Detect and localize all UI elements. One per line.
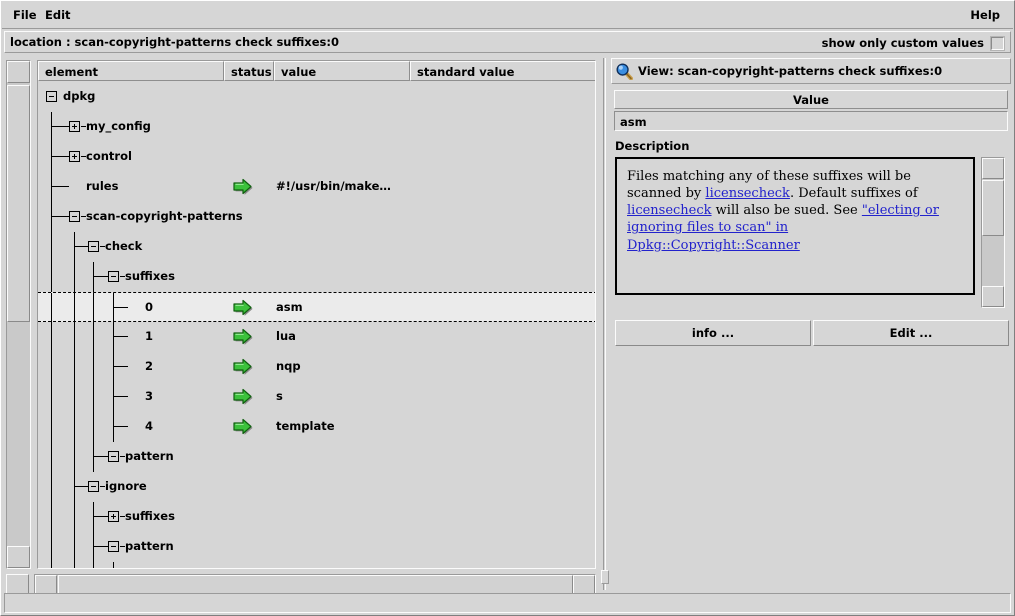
desc-scroll-down-button[interactable] <box>982 286 1004 307</box>
tree-row-value: asm <box>276 300 303 314</box>
value-column-header: Value <box>614 90 1008 109</box>
green-right-arrow-icon <box>232 418 254 435</box>
tree-row-value: s <box>276 389 283 403</box>
pane-splitter[interactable] <box>601 58 609 590</box>
green-right-arrow-icon <box>232 178 254 195</box>
splitter-bar <box>603 58 606 590</box>
description-box: Files matching any of these suffixes wil… <box>615 157 975 295</box>
tree-row[interactable]: pattern <box>38 532 595 562</box>
menu-file[interactable]: File <box>8 7 42 24</box>
desc-scroll-thumb[interactable] <box>982 180 1004 236</box>
description-fragment: . Default suffixes of <box>789 186 918 202</box>
column-header-element[interactable]: element <box>38 61 224 81</box>
tree-row[interactable]: my_config <box>38 112 595 142</box>
magnifier-icon <box>616 62 633 80</box>
tree-rows: dpkg my_config control rules #!/usr/bin/make… <box>38 82 595 569</box>
scroll-thumb[interactable] <box>7 85 30 322</box>
tree-row[interactable]: 0/debian/ <box>38 562 595 569</box>
tree-row[interactable]: 0 asm <box>38 292 595 323</box>
scroll-up-button[interactable] <box>7 61 30 83</box>
menu-bar: File Edit Help <box>2 2 1013 29</box>
tree-row[interactable]: control <box>38 142 595 172</box>
menu-help[interactable]: Help <box>965 7 1005 24</box>
tree-toggle[interactable] <box>108 511 119 522</box>
status-bar <box>4 593 1011 613</box>
green-right-arrow-icon <box>232 568 254 569</box>
tree-toggle[interactable] <box>108 451 119 462</box>
tree-header-row: element status value standard value <box>38 61 595 81</box>
tree-toggle[interactable] <box>88 481 99 492</box>
tree-pane: element status value standard value dpkg… <box>4 58 598 599</box>
description-text: Files matching any of these suffixes wil… <box>627 168 965 254</box>
tree-row-value: lua <box>276 329 296 343</box>
scroll-down-button[interactable] <box>7 546 30 568</box>
info-button[interactable]: info ... <box>615 320 811 346</box>
value-display-box[interactable]: asm <box>614 111 1008 131</box>
tree-row[interactable]: rules #!/usr/bin/make… <box>38 172 595 202</box>
triangle-down-icon <box>985 290 1001 304</box>
tree-toggle[interactable] <box>46 91 57 102</box>
tree-view[interactable]: element status value standard value dpkg… <box>37 60 596 569</box>
location-text: location : scan-copyright-patterns check… <box>10 35 339 49</box>
tree-row[interactable]: ignore <box>38 472 595 502</box>
column-header-status[interactable]: status <box>224 61 274 81</box>
tree-toggle[interactable] <box>108 541 119 552</box>
description-link[interactable]: Dpkg::Copyright::Scanner <box>627 238 800 253</box>
green-right-arrow-icon <box>232 328 254 345</box>
description-link[interactable]: licensecheck <box>705 186 790 201</box>
description-scrollbar[interactable] <box>981 157 1005 308</box>
tree-toggle[interactable] <box>69 211 80 222</box>
triangle-up-icon <box>10 64 27 78</box>
triangle-up-icon <box>985 161 1001 175</box>
green-right-arrow-icon <box>232 358 254 375</box>
tree-row-value: nqp <box>276 359 301 373</box>
tree-toggle[interactable] <box>88 241 99 252</box>
tree-row[interactable]: pattern <box>38 442 595 472</box>
detail-header: View: scan-copyright-patterns check suff… <box>611 58 1011 84</box>
detail-title: View: scan-copyright-patterns check suff… <box>638 64 943 78</box>
config-editor-window: File Edit Help location : scan-copyright… <box>0 0 1015 616</box>
tree-row[interactable]: 2 nqp <box>38 352 595 382</box>
tree-row[interactable]: scan-copyright-patterns <box>38 202 595 232</box>
column-header-standard-value[interactable]: standard value <box>410 61 595 81</box>
splitter-grip[interactable] <box>601 570 609 584</box>
green-right-arrow-icon <box>232 388 254 405</box>
location-bar: location : scan-copyright-patterns check… <box>4 31 1011 53</box>
tree-row-value: #!/usr/bin/make… <box>276 179 391 193</box>
tree-vertical-scrollbar[interactable] <box>6 60 31 569</box>
tree-row[interactable]: 1 lua <box>38 322 595 352</box>
value-text: asm <box>620 115 647 129</box>
tree-row[interactable]: dpkg <box>38 82 595 112</box>
desc-scroll-up-button[interactable] <box>982 158 1004 179</box>
detail-pane: View: scan-copyright-patterns check suff… <box>611 58 1011 590</box>
tree-toggle[interactable] <box>108 271 119 282</box>
triangle-down-icon <box>10 551 27 565</box>
tree-row[interactable]: check <box>38 232 595 262</box>
show-custom-values-label: show only custom values <box>821 36 984 50</box>
tree-row[interactable]: suffixes <box>38 502 595 532</box>
green-right-arrow-icon <box>232 299 254 316</box>
description-link[interactable]: licensecheck <box>627 203 712 218</box>
tree-scroll-area: element status value standard value dpkg… <box>4 58 598 571</box>
tree-row-value: template <box>276 419 335 433</box>
show-custom-values-checkbox[interactable] <box>990 35 1005 51</box>
edit-button[interactable]: Edit ... <box>813 320 1009 346</box>
description-label: Description <box>615 139 690 153</box>
tree-toggle[interactable] <box>69 151 80 162</box>
tree-toggle[interactable] <box>69 121 80 132</box>
tree-row[interactable]: 3s <box>38 382 595 412</box>
tree-row[interactable]: 4 template <box>38 412 595 442</box>
description-fragment: will also be sued. See <box>711 203 862 219</box>
column-header-value[interactable]: value <box>274 61 410 81</box>
show-custom-values-control[interactable]: show only custom values <box>821 35 1005 51</box>
menu-edit[interactable]: Edit <box>40 7 76 24</box>
tree-row[interactable]: suffixes <box>38 262 595 292</box>
